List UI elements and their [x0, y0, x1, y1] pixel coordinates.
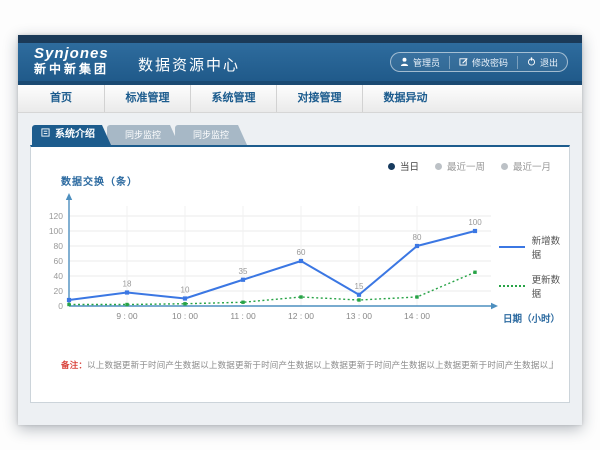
- svg-text:40: 40: [54, 271, 64, 281]
- svg-text:100: 100: [49, 226, 63, 236]
- logo-company-name: 新中新集团: [34, 63, 109, 76]
- svg-text:10 : 00: 10 : 00: [172, 311, 198, 321]
- nav-item-interface-management[interactable]: 对接管理: [276, 85, 362, 112]
- content-area: 系统介绍 同步监控 同步监控 当日 最近一周: [18, 113, 582, 425]
- svg-text:80: 80: [413, 233, 422, 242]
- svg-text:35: 35: [239, 267, 248, 276]
- nav-item-system-management[interactable]: 系统管理: [190, 85, 276, 112]
- svg-text:60: 60: [297, 248, 306, 257]
- legend-item-update-data[interactable]: 更新数据: [499, 272, 569, 300]
- radio-dot: [435, 163, 442, 170]
- radio-label: 最近一周: [447, 159, 485, 173]
- svg-text:11 : 00: 11 : 00: [230, 311, 256, 321]
- tab-system-intro[interactable]: 系统介绍: [32, 125, 111, 145]
- y-axis-title: 数据交换（条）: [61, 173, 138, 188]
- radio-label: 当日: [400, 159, 419, 173]
- legend-line-swatch: [499, 246, 525, 248]
- svg-text:12 : 00: 12 : 00: [288, 311, 314, 321]
- svg-text:0: 0: [58, 301, 63, 311]
- svg-text:18: 18: [123, 280, 132, 289]
- change-password-label: 修改密码: [472, 56, 508, 69]
- svg-text:100: 100: [468, 218, 482, 227]
- radio-last-month[interactable]: 最近一月: [501, 159, 551, 173]
- logo-wordmark: Synjones: [34, 46, 109, 63]
- svg-text:10: 10: [181, 286, 190, 295]
- legend-label: 更新数据: [532, 272, 569, 300]
- change-password-button[interactable]: 修改密码: [449, 56, 517, 69]
- tab-label: 系统介绍: [55, 125, 95, 145]
- logout-button[interactable]: 退出: [517, 56, 567, 69]
- footnote: 备注：以上数据更新于时间产生数据以上数据更新于时间产生数据以上数据更新于时间产生…: [61, 359, 553, 371]
- tab-sync-monitor-2[interactable]: 同步监控: [175, 125, 247, 145]
- legend-line-swatch: [499, 285, 525, 287]
- document-icon: [41, 125, 50, 145]
- time-range-filter: 当日 最近一周 最近一月: [388, 159, 551, 173]
- legend-item-new-data[interactable]: 新增数据: [499, 233, 569, 261]
- svg-text:9 : 00: 9 : 00: [116, 311, 138, 321]
- tab-sync-monitor-1[interactable]: 同步监控: [107, 125, 179, 145]
- power-icon: [527, 57, 536, 68]
- nav-item-data-change[interactable]: 数据异动: [362, 85, 448, 112]
- svg-text:15: 15: [355, 282, 364, 291]
- nav-item-standard-management[interactable]: 标准管理: [104, 85, 190, 112]
- footnote-prefix: 备注：: [61, 360, 87, 370]
- current-user-label: 管理员: [413, 56, 440, 69]
- chart-legend: 新增数据 更新数据: [499, 233, 569, 300]
- current-user-button[interactable]: 管理员: [391, 56, 449, 69]
- legend-label: 新增数据: [532, 233, 569, 261]
- chart-panel: 当日 最近一周 最近一月 数据交换（条） 0 20 40 60 80 100 120 9 : …: [30, 145, 570, 403]
- radio-dot: [501, 163, 508, 170]
- radio-label: 最近一月: [513, 159, 551, 173]
- nav-item-home[interactable]: 首页: [18, 85, 104, 112]
- radio-dot: [388, 163, 395, 170]
- line-chart: 0 20 40 60 80 100 120 9 : 00 10 : 00 11 : 00 12 : …: [39, 191, 569, 336]
- tab-label: 同步监控: [125, 130, 161, 140]
- top-strip: [18, 35, 582, 43]
- footnote-text: 以上数据更新于时间产生数据以上数据更新于时间产生数据以上数据更新于时间产生数据以…: [87, 360, 553, 370]
- svg-text:60: 60: [54, 256, 64, 266]
- tab-label: 同步监控: [193, 130, 229, 140]
- person-icon: [400, 57, 409, 68]
- header: Synjones 新中新集团 数据资源中心 管理员 修改密码 退出: [18, 43, 582, 81]
- main-nav: 首页 标准管理 系统管理 对接管理 数据异动: [18, 85, 582, 113]
- svg-text:14 : 00: 14 : 00: [404, 311, 430, 321]
- svg-text:80: 80: [54, 241, 64, 251]
- edit-icon: [459, 57, 468, 68]
- svg-text:20: 20: [54, 286, 64, 296]
- logout-label: 退出: [540, 56, 558, 69]
- user-toolbar: 管理员 修改密码 退出: [390, 52, 568, 72]
- radio-today[interactable]: 当日: [388, 159, 419, 173]
- app-window: Synjones 新中新集团 数据资源中心 管理员 修改密码 退出 首页 标准管…: [18, 35, 582, 425]
- logo[interactable]: Synjones 新中新集团: [34, 46, 109, 76]
- svg-text:日期（小时）: 日期（小时）: [503, 313, 560, 325]
- tab-bar: 系统介绍 同步监控 同步监控: [32, 125, 570, 145]
- svg-text:13 : 00: 13 : 00: [346, 311, 372, 321]
- svg-text:120: 120: [49, 211, 63, 221]
- radio-last-week[interactable]: 最近一周: [435, 159, 485, 173]
- page-title: 数据资源中心: [138, 54, 240, 75]
